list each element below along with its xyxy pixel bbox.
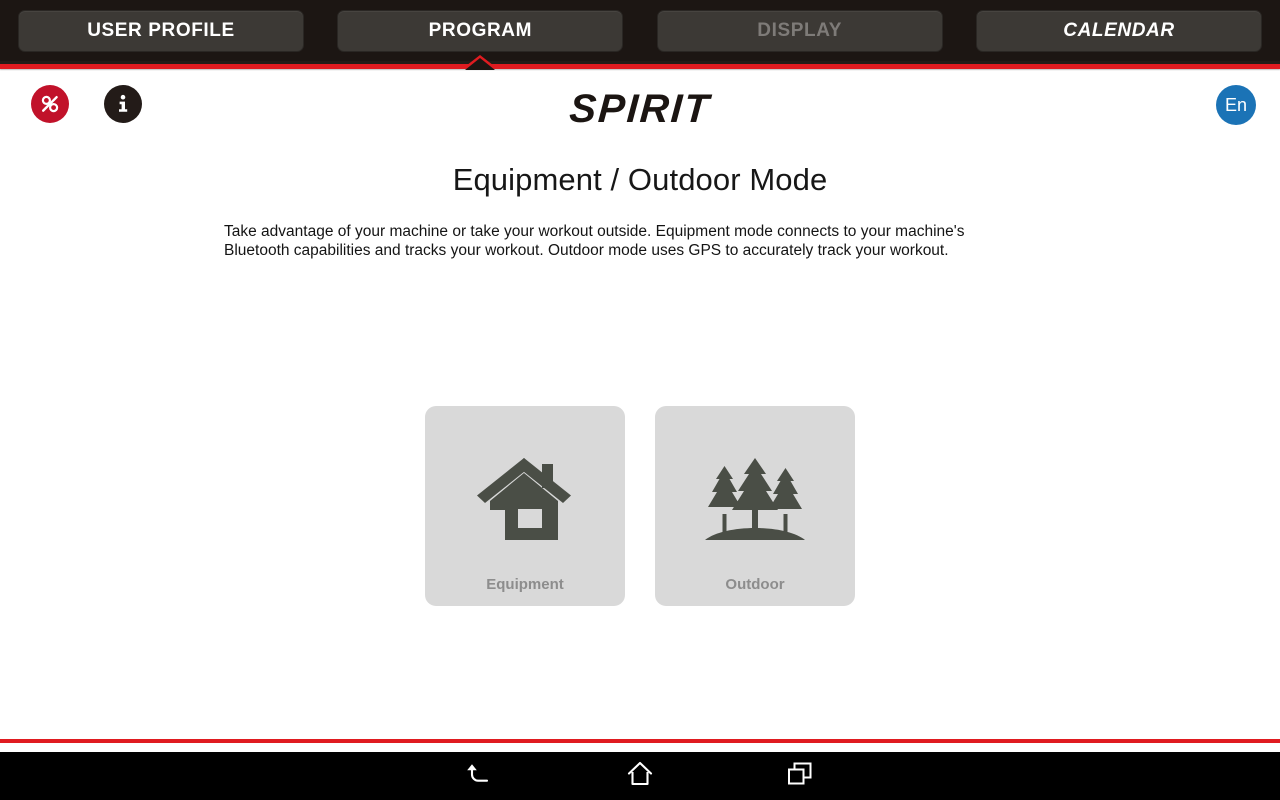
back-arrow-icon	[465, 761, 495, 792]
nav-back-button[interactable]	[400, 752, 560, 800]
tab-user-profile[interactable]: USER PROFILE	[18, 9, 304, 52]
nav-home-button[interactable]	[560, 752, 720, 800]
house-icon	[469, 448, 581, 552]
spirit-logo: SPIRIT	[568, 87, 713, 131]
tab-calendar[interactable]: CALENDAR	[975, 9, 1262, 52]
top-tab-bar: USER PROFILE PROGRAM DISPLAY CALENDAR	[0, 0, 1280, 61]
android-navigation-bar	[0, 752, 1280, 800]
mode-card-equipment-label: Equipment	[486, 576, 564, 593]
tab-program[interactable]: PROGRAM	[337, 9, 624, 52]
nav-recent-apps-button[interactable]	[720, 752, 880, 800]
mode-card-outdoor-label: Outdoor	[725, 576, 785, 593]
mode-card-outdoor[interactable]: Outdoor	[655, 406, 855, 606]
home-outline-icon	[625, 760, 655, 793]
active-tab-pointer-inner	[465, 58, 495, 70]
recent-apps-icon	[786, 761, 814, 792]
language-button[interactable]: En	[1216, 85, 1256, 125]
page-description: Take advantage of your machine or take y…	[224, 223, 965, 259]
bottom-red-divider	[0, 739, 1280, 743]
mode-card-group: Equipment Outdoor	[425, 406, 855, 606]
page-title: Equipment / Outdoor Mode	[452, 162, 828, 197]
app-header: SPIRIT En	[0, 69, 1280, 141]
pine-trees-icon	[699, 448, 811, 552]
mode-card-equipment[interactable]: Equipment	[425, 406, 625, 606]
language-button-label: En	[1224, 94, 1248, 115]
tab-display[interactable]: DISPLAY	[656, 9, 943, 52]
